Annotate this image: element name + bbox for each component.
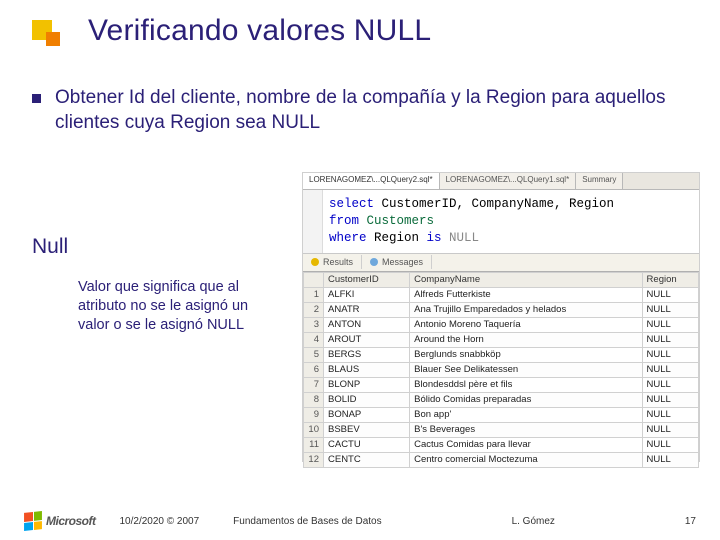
- bullet-item: Obtener Id del cliente, nombre de la com…: [32, 86, 680, 135]
- table-row[interactable]: 12CENTCCentro comercial MoctezumaNULL: [304, 452, 699, 467]
- microsoft-logo: Microsoft: [24, 512, 96, 530]
- cell[interactable]: NULL: [642, 392, 698, 407]
- editor-tab-2[interactable]: LORENAGOMEZ\...QLQuery1.sql*: [440, 173, 577, 189]
- cell[interactable]: NULL: [642, 347, 698, 362]
- cell[interactable]: NULL: [642, 287, 698, 302]
- cell[interactable]: Blauer See Delikatessen: [410, 362, 642, 377]
- cell[interactable]: NULL: [642, 302, 698, 317]
- cell[interactable]: ALFKI: [324, 287, 410, 302]
- slide-title-block: Verificando valores NULL: [32, 14, 431, 48]
- cell[interactable]: ANTON: [324, 317, 410, 332]
- row-number: 8: [304, 392, 324, 407]
- row-number: 3: [304, 317, 324, 332]
- bullet-icon: [32, 94, 41, 103]
- microsoft-wordmark: Microsoft: [46, 514, 96, 528]
- windows-flag-icon: [24, 511, 42, 531]
- cell[interactable]: BERGS: [324, 347, 410, 362]
- title-accent-orange: [46, 32, 60, 46]
- cell[interactable]: Bon app': [410, 407, 642, 422]
- table-row[interactable]: 10BSBEVB's BeveragesNULL: [304, 422, 699, 437]
- footer-page: 17: [685, 516, 696, 527]
- results-grid: CustomerID CompanyName Region 1ALFKIAlfr…: [303, 272, 699, 468]
- table-row[interactable]: 9BONAPBon app'NULL: [304, 407, 699, 422]
- row-number: 10: [304, 422, 324, 437]
- cell[interactable]: BSBEV: [324, 422, 410, 437]
- row-number: 9: [304, 407, 324, 422]
- cell[interactable]: BOLID: [324, 392, 410, 407]
- editor-tab-summary[interactable]: Summary: [576, 173, 623, 189]
- table-row[interactable]: 7BLONPBlondesddsl père et filsNULL: [304, 377, 699, 392]
- cell[interactable]: CENTC: [324, 452, 410, 467]
- table-row[interactable]: 6BLAUSBlauer See DelikatessenNULL: [304, 362, 699, 377]
- row-number: 1: [304, 287, 324, 302]
- sql-code-area[interactable]: select CustomerID, CompanyName, Region f…: [303, 190, 699, 254]
- slide-title: Verificando valores NULL: [88, 14, 431, 48]
- row-number: 12: [304, 452, 324, 467]
- null-definition: Valor que significa que al atributo no s…: [78, 278, 263, 335]
- row-number: 4: [304, 332, 324, 347]
- cell[interactable]: Around the Horn: [410, 332, 642, 347]
- results-tabbar: Results Messages: [303, 254, 699, 272]
- editor-tabbar: LORENAGOMEZ\...QLQuery2.sql* LORENAGOMEZ…: [303, 173, 699, 190]
- table-row[interactable]: 3ANTONAntonio Moreno TaqueríaNULL: [304, 317, 699, 332]
- cell[interactable]: NULL: [642, 332, 698, 347]
- grid-icon: [311, 258, 319, 266]
- footer-date: 10/2/2020 © 2007: [120, 516, 200, 527]
- cell[interactable]: Alfreds Futterkiste: [410, 287, 642, 302]
- cell[interactable]: Ana Trujillo Emparedados y helados: [410, 302, 642, 317]
- sql-gutter: [303, 190, 323, 253]
- row-number: 5: [304, 347, 324, 362]
- results-tab[interactable]: Results: [303, 255, 362, 269]
- table-row[interactable]: 11CACTUCactus Comidas para llevarNULL: [304, 437, 699, 452]
- cell[interactable]: BLAUS: [324, 362, 410, 377]
- table-row[interactable]: 2ANATRAna Trujillo Emparedados y helados…: [304, 302, 699, 317]
- cell[interactable]: ANATR: [324, 302, 410, 317]
- cell[interactable]: Antonio Moreno Taquería: [410, 317, 642, 332]
- cell[interactable]: NULL: [642, 407, 698, 422]
- col-customerid[interactable]: CustomerID: [324, 272, 410, 287]
- sql-editor-panel: LORENAGOMEZ\...QLQuery2.sql* LORENAGOMEZ…: [302, 172, 700, 462]
- cell[interactable]: BONAP: [324, 407, 410, 422]
- cell[interactable]: NULL: [642, 437, 698, 452]
- col-companyname[interactable]: CompanyName: [410, 272, 642, 287]
- null-heading: Null: [32, 235, 68, 259]
- cell[interactable]: NULL: [642, 377, 698, 392]
- messages-tab[interactable]: Messages: [362, 255, 432, 269]
- cell[interactable]: Centro comercial Moctezuma: [410, 452, 642, 467]
- cell[interactable]: NULL: [642, 317, 698, 332]
- sql-line-1: select CustomerID, CompanyName, Region: [329, 196, 689, 213]
- footer-course: Fundamentos de Bases de Datos: [233, 516, 381, 527]
- row-number: 11: [304, 437, 324, 452]
- row-number: 6: [304, 362, 324, 377]
- bullet-text: Obtener Id del cliente, nombre de la com…: [55, 86, 680, 135]
- table-row[interactable]: 5BERGSBerglunds snabbköpNULL: [304, 347, 699, 362]
- messages-icon: [370, 258, 378, 266]
- editor-tab-1[interactable]: LORENAGOMEZ\...QLQuery2.sql*: [303, 173, 440, 189]
- sql-line-2: from Customers: [329, 213, 689, 230]
- table-row[interactable]: 1ALFKIAlfreds FutterkisteNULL: [304, 287, 699, 302]
- cell[interactable]: CACTU: [324, 437, 410, 452]
- cell[interactable]: NULL: [642, 362, 698, 377]
- cell[interactable]: NULL: [642, 452, 698, 467]
- col-region[interactable]: Region: [642, 272, 698, 287]
- cell[interactable]: Cactus Comidas para llevar: [410, 437, 642, 452]
- table-row[interactable]: 4AROUTAround the HornNULL: [304, 332, 699, 347]
- row-number: 2: [304, 302, 324, 317]
- cell[interactable]: BLONP: [324, 377, 410, 392]
- col-rownum: [304, 272, 324, 287]
- cell[interactable]: B's Beverages: [410, 422, 642, 437]
- cell[interactable]: AROUT: [324, 332, 410, 347]
- slide-footer: Microsoft 10/2/2020 © 2007 Fundamentos d…: [24, 512, 696, 530]
- sql-line-3: where Region is NULL: [329, 230, 689, 247]
- table-row[interactable]: 8BOLIDBólido Comidas preparadasNULL: [304, 392, 699, 407]
- row-number: 7: [304, 377, 324, 392]
- cell[interactable]: Blondesddsl père et fils: [410, 377, 642, 392]
- cell[interactable]: Bólido Comidas preparadas: [410, 392, 642, 407]
- footer-author: L. Gómez: [512, 516, 555, 527]
- cell[interactable]: Berglunds snabbköp: [410, 347, 642, 362]
- cell[interactable]: NULL: [642, 422, 698, 437]
- grid-header-row: CustomerID CompanyName Region: [304, 272, 699, 287]
